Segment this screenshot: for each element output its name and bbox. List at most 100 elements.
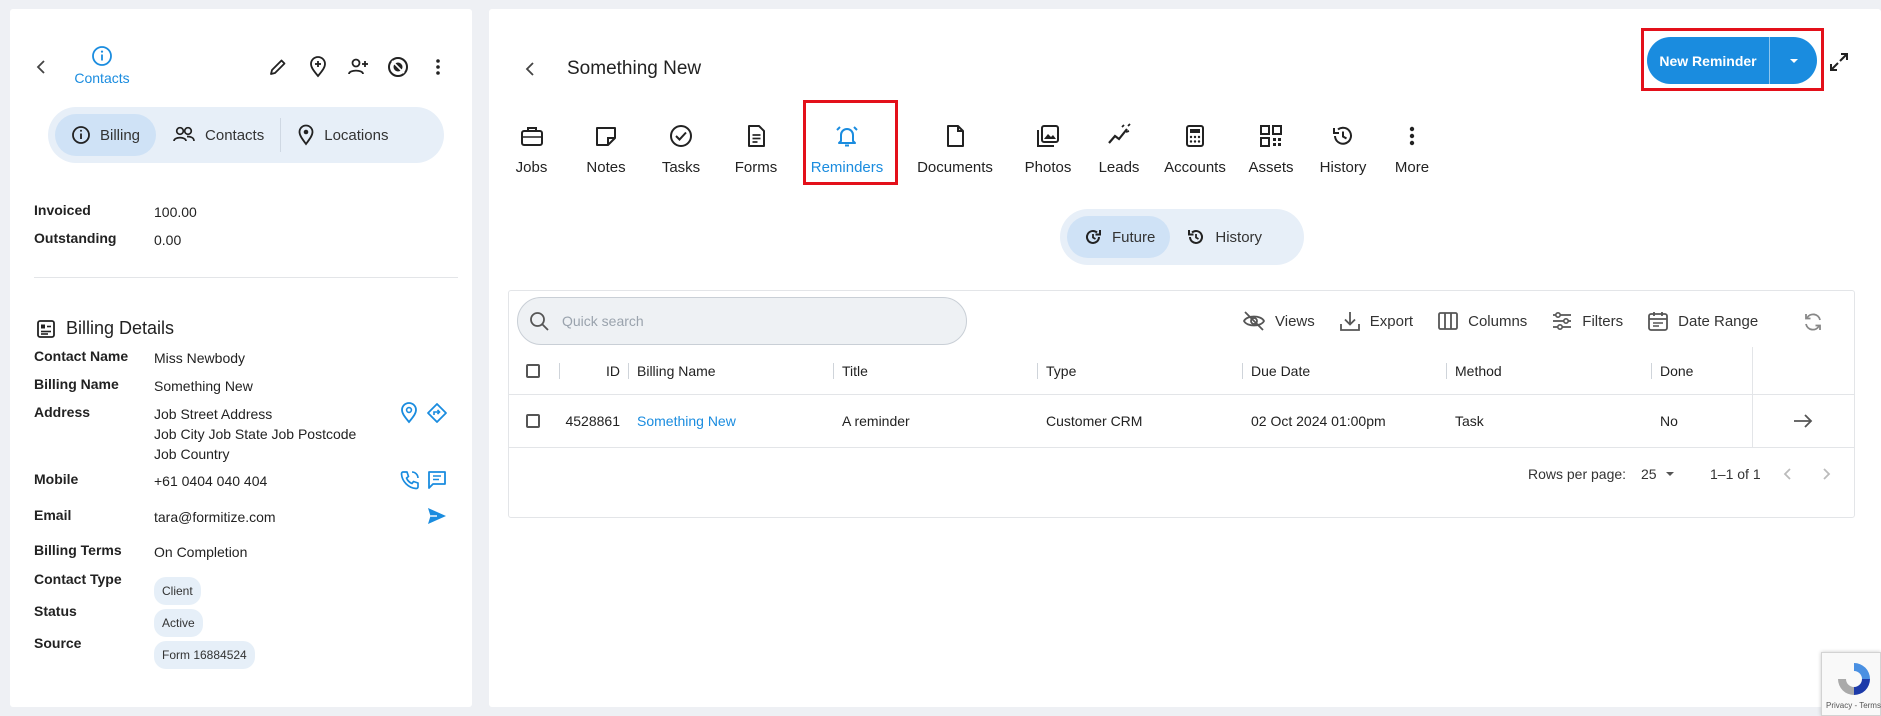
call-button[interactable] <box>399 469 421 491</box>
tab-billing[interactable]: Billing <box>55 114 157 156</box>
filters-button[interactable]: Filters <box>1551 310 1623 332</box>
directions-button[interactable] <box>426 402 448 424</box>
cell-done: No <box>1660 413 1678 429</box>
tab-assets[interactable]: Assets <box>1246 119 1296 180</box>
address-line-1: Job Street Address <box>154 406 273 422</box>
more-options-button[interactable] <box>427 56 449 78</box>
status-chip: Active <box>154 609 203 637</box>
rows-per-page-label: Rows per page: <box>1528 466 1627 482</box>
eye-off-icon <box>1242 311 1266 331</box>
section-tabs: Jobs Notes Tasks Forms Reminders Documen… <box>509 119 1434 180</box>
refresh-icon <box>1805 313 1821 331</box>
column-header-method[interactable]: Method <box>1455 347 1502 394</box>
highlight-new-reminder <box>1641 28 1824 91</box>
grid-toolbar: Views Export Columns Filters Date Range <box>1242 310 1758 332</box>
prev-page-button[interactable] <box>1782 449 1794 499</box>
tab-documents[interactable]: Documents <box>902 119 1008 180</box>
date-range-label: Date Range <box>1678 312 1759 330</box>
address-value: Job Street Address Job City Job State Jo… <box>154 404 414 464</box>
leads-icon <box>1108 123 1131 144</box>
billing-terms-label: Billing Terms <box>34 542 122 558</box>
caret-down-icon <box>1665 472 1674 476</box>
column-header-type[interactable]: Type <box>1046 347 1076 394</box>
recaptcha-badge[interactable]: Privacy - Terms <box>1821 652 1881 716</box>
tab-more[interactable]: More <box>1390 119 1434 180</box>
future-history-toggle: Future History <box>1060 209 1304 265</box>
future-toggle-label: Future <box>1112 228 1156 246</box>
views-label: Views <box>1275 312 1315 330</box>
contacts-link[interactable]: Contacts <box>64 45 140 86</box>
cell-type: Customer CRM <box>1046 413 1143 429</box>
cell-due-date: 02 Oct 2024 01:00pm <box>1251 413 1386 429</box>
cell-billing-name-link[interactable]: Something New <box>637 395 736 447</box>
sms-button[interactable] <box>426 469 448 491</box>
rows-per-page-select[interactable]: 25 <box>1641 449 1675 499</box>
export-label: Export <box>1369 312 1414 330</box>
person-add-icon <box>348 58 368 75</box>
history-toggle[interactable]: History <box>1170 216 1277 258</box>
back-button[interactable] <box>521 59 541 79</box>
rows-per-page-value: 25 <box>1641 466 1657 482</box>
chevron-left-icon <box>525 62 534 76</box>
mobile-value: +61 0404 040 404 <box>154 473 268 489</box>
pencil-icon <box>270 59 286 75</box>
expand-button[interactable] <box>1828 51 1850 73</box>
briefcase-icon <box>520 127 543 146</box>
column-header-id[interactable]: ID <box>564 347 620 394</box>
column-header-title[interactable]: Title <box>842 347 868 394</box>
tab-jobs[interactable]: Jobs <box>509 119 554 180</box>
column-separator <box>1651 363 1652 379</box>
tab-forms-label: Forms <box>734 159 778 176</box>
source-chip: Form 16884524 <box>154 641 255 669</box>
mobile-label: Mobile <box>34 471 79 487</box>
map-location-button[interactable] <box>399 402 421 424</box>
arrow-right-icon <box>1794 414 1813 428</box>
email-label: Email <box>34 507 72 523</box>
search-input[interactable] <box>562 313 942 329</box>
actions-column-border <box>1752 395 1753 447</box>
add-location-button[interactable] <box>307 56 329 78</box>
document-lines-icon <box>748 125 765 147</box>
row-checkbox[interactable] <box>526 414 540 428</box>
tab-documents-label: Documents <box>917 159 993 176</box>
next-page-button[interactable] <box>1820 449 1832 499</box>
tab-notes[interactable]: Notes <box>583 119 629 180</box>
address-label: Address <box>34 404 91 420</box>
column-header-due-date[interactable]: Due Date <box>1251 347 1310 394</box>
date-range-button[interactable]: Date Range <box>1647 310 1758 332</box>
tab-locations[interactable]: Locations <box>281 114 404 156</box>
page-title: Something New <box>567 58 702 79</box>
refresh-button[interactable] <box>1802 311 1824 333</box>
edit-button[interactable] <box>267 56 289 78</box>
tab-billing-label: Billing <box>100 126 141 144</box>
privacy-button[interactable] <box>387 56 409 78</box>
open-row-button[interactable] <box>1792 395 1814 447</box>
qr-code-icon <box>1260 125 1282 147</box>
column-header-done[interactable]: Done <box>1660 347 1693 394</box>
tab-accounts[interactable]: Accounts <box>1163 119 1227 180</box>
back-button[interactable] <box>32 57 52 77</box>
tab-contacts[interactable]: Contacts <box>156 114 280 156</box>
columns-button[interactable]: Columns <box>1437 310 1527 332</box>
columns-label: Columns <box>1468 312 1528 330</box>
future-toggle[interactable]: Future <box>1067 216 1171 258</box>
table-row[interactable]: 4528861 Something New A reminder Custome… <box>509 395 1854 448</box>
tab-photos[interactable]: Photos <box>1022 119 1074 180</box>
billing-terms-value: On Completion <box>154 544 248 560</box>
status-label: Status <box>34 603 77 619</box>
select-all-cell <box>526 347 540 394</box>
tab-leads[interactable]: Leads <box>1096 119 1142 180</box>
send-email-button[interactable] <box>426 505 448 527</box>
select-all-checkbox[interactable] <box>526 363 540 378</box>
contact-section-tabs: Billing Contacts Locations <box>48 107 444 163</box>
contact-type-chip: Client <box>154 577 201 605</box>
column-header-billing-name[interactable]: Billing Name <box>637 347 716 394</box>
views-button[interactable]: Views <box>1242 310 1315 332</box>
tab-history[interactable]: History <box>1315 119 1371 180</box>
quick-search <box>517 297 967 345</box>
tab-more-label: More <box>1394 159 1430 176</box>
tab-forms[interactable]: Forms <box>733 119 779 180</box>
export-button[interactable]: Export <box>1339 310 1413 332</box>
add-person-button[interactable] <box>347 56 369 78</box>
tab-tasks[interactable]: Tasks <box>659 119 703 180</box>
